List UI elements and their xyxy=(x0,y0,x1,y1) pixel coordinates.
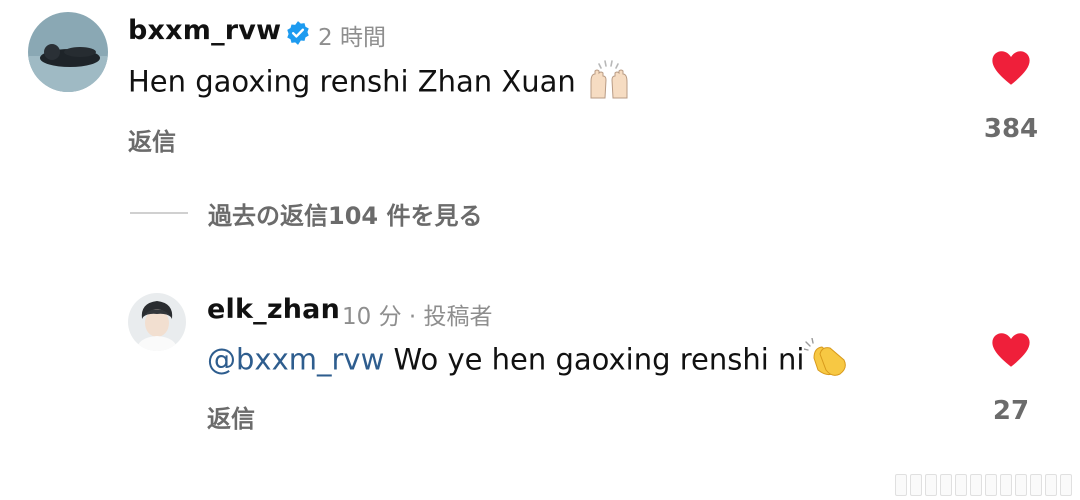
view-replies-label: 過去の返信104 件を見る xyxy=(208,201,483,230)
divider-line xyxy=(130,212,188,214)
heart-icon[interactable] xyxy=(991,332,1031,368)
reply-button[interactable]: 返信 xyxy=(207,399,255,434)
raising-hands-emoji xyxy=(585,60,633,107)
comment-body: Hen gaoxing renshi Zhan Xuan xyxy=(128,64,576,99)
comment-text: @bxxm_rvw Wo ye hen gaoxing renshi ni xyxy=(207,337,850,385)
comment-text: Hen gaoxing renshi Zhan Xuan xyxy=(128,60,633,107)
like-count: 27 xyxy=(992,396,1030,426)
clapping-hands-emoji xyxy=(803,337,850,385)
comment-body: Wo ye hen gaoxing renshi ni xyxy=(384,342,805,377)
avatar[interactable] xyxy=(28,12,108,92)
comment-username[interactable]: bxxm_rvw xyxy=(128,15,281,46)
reply-button[interactable]: 返信 xyxy=(128,122,176,157)
verified-badge-icon xyxy=(287,21,309,45)
avatar[interactable] xyxy=(128,293,186,351)
heart-icon[interactable] xyxy=(991,50,1031,86)
mention-link[interactable]: @bxxm_rvw xyxy=(207,343,384,377)
watermark xyxy=(895,474,1072,496)
comment-timestamp: 2 時間 xyxy=(318,25,386,51)
like-count: 384 xyxy=(983,114,1039,144)
comment-username[interactable]: elk_zhan xyxy=(207,294,340,325)
comment-timestamp: 10 分 · 投稿者 xyxy=(342,304,493,330)
view-previous-replies-button[interactable]: 過去の返信104 件を見る xyxy=(130,195,482,231)
